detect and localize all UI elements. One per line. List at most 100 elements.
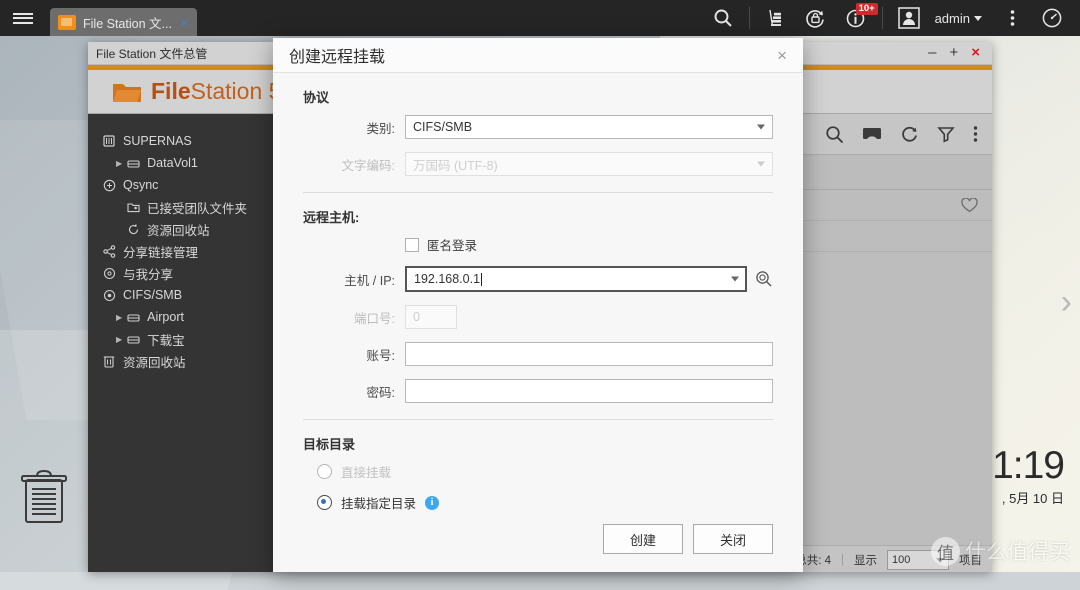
sync-icon[interactable]	[796, 0, 836, 36]
remote-host-section-label: 远程主机:	[303, 210, 360, 225]
host-ip-control[interactable]: 192.168.0.1	[405, 266, 773, 292]
sidebar-item-label: Airport	[147, 310, 184, 324]
folder-icon	[112, 80, 142, 104]
notification-icon[interactable]: 10+	[836, 0, 878, 36]
encoding-row: 文字编码: 万国码 (UTF-8)	[303, 152, 773, 176]
protocol-type-select[interactable]: CIFS/SMB	[405, 115, 773, 139]
expander-icon[interactable]: ▶	[116, 313, 122, 322]
user-avatar-icon[interactable]	[889, 0, 929, 36]
account-control[interactable]	[405, 342, 773, 366]
account-input[interactable]	[405, 342, 773, 366]
sidebar-item-label: SUPERNAS	[123, 134, 192, 148]
per-page-value: 100	[892, 554, 911, 566]
team-folder-icon	[126, 200, 140, 214]
sidebar-item-team-folder[interactable]: 已接受团队文件夹	[88, 196, 273, 218]
refresh-icon[interactable]	[900, 125, 919, 144]
topbar-right-cluster: 10+ admin	[703, 0, 1080, 36]
target-specific-label: 挂载指定目录	[341, 497, 417, 511]
close-window-button[interactable]: ×	[971, 45, 980, 60]
backup-icon[interactable]	[756, 0, 796, 36]
encoding-label: 文字编码:	[341, 158, 395, 173]
shared-with-me-icon	[102, 266, 116, 280]
sidebar-item-cifs-smb[interactable]: CIFS/SMB	[88, 284, 273, 306]
expander-icon[interactable]: ▶	[116, 159, 122, 168]
protocol-type-control[interactable]: CIFS/SMB	[405, 115, 773, 139]
sidebar-item-label: 下载宝	[147, 333, 185, 348]
folder-icon	[58, 14, 76, 30]
divider	[303, 419, 773, 420]
minimize-button[interactable]: –	[928, 45, 936, 60]
target-section-label: 目标目录	[303, 437, 356, 452]
desktop-topbar: File Station 文... × 10+ admin	[0, 0, 1080, 36]
info-icon[interactable]: i	[425, 495, 440, 510]
trash-icon[interactable]	[20, 468, 68, 526]
target-option-specific-row[interactable]: 挂载指定目录 i	[303, 493, 773, 512]
server-icon	[102, 134, 116, 148]
sidebar-item-airport[interactable]: ▶ Airport	[88, 306, 273, 328]
mount-icon	[126, 332, 140, 346]
sidebar-item-label: 资源回收站	[123, 355, 186, 370]
hamburger-icon[interactable]	[0, 0, 46, 36]
create-button[interactable]: 创建	[603, 524, 683, 554]
anonymous-login-checkbox[interactable]	[405, 237, 419, 252]
app-title-rest: Station 5	[190, 78, 282, 104]
target-specific-radio[interactable]	[317, 495, 332, 510]
target-option-direct-row: 直接挂载	[303, 462, 773, 481]
search-icon[interactable]	[703, 0, 743, 36]
clock-time: 1:19	[992, 444, 1065, 487]
search-icon[interactable]	[825, 125, 844, 144]
cast-icon[interactable]	[862, 126, 882, 142]
share-link-icon	[102, 244, 116, 258]
dialog-header: 创建远程挂载 ×	[273, 38, 803, 73]
clock-date: , 5月 10 日	[1001, 491, 1064, 506]
maximize-button[interactable]: +	[949, 45, 958, 60]
next-page-chevron[interactable]: ›	[1061, 285, 1072, 319]
more-vertical-icon[interactable]	[973, 125, 978, 143]
admin-menu-label[interactable]: admin	[935, 11, 970, 26]
close-button[interactable]: 关闭	[693, 524, 773, 554]
protocol-section-label: 协议	[303, 90, 330, 105]
sidebar-item-supernas[interactable]: SUPERNAS	[88, 130, 273, 152]
chevron-down-icon[interactable]	[731, 276, 739, 282]
qsync-icon	[102, 178, 116, 192]
sidebar-item-shared-with-me[interactable]: 与我分享	[88, 262, 273, 284]
expander-icon[interactable]: ▶	[116, 335, 122, 344]
heart-outline-icon[interactable]	[961, 197, 978, 213]
chevron-down-icon[interactable]	[974, 15, 982, 21]
trash-icon	[102, 354, 116, 368]
password-input[interactable]	[405, 379, 773, 403]
kebab-menu-icon[interactable]	[992, 0, 1032, 36]
file-station-sidebar[interactable]: SUPERNAS ▶ DataVol1 Qsync 已接受团队文件夹 资源回收站…	[88, 114, 273, 572]
sidebar-item-xiazaibao[interactable]: ▶ 下载宝	[88, 328, 273, 350]
sidebar-item-label: 已接受团队文件夹	[147, 201, 248, 216]
password-row: 密码:	[303, 379, 773, 403]
host-ip-input[interactable]: 192.168.0.1	[405, 266, 747, 292]
notification-badge: 10+	[855, 3, 878, 15]
filter-icon[interactable]	[937, 125, 955, 143]
close-icon[interactable]: ×	[181, 15, 189, 30]
account-label: 账号:	[366, 348, 395, 363]
create-remote-mount-dialog[interactable]: 创建远程挂载 × 协议 类别: CIFS/SMB 文字编码: 万国码 (UTF-…	[273, 38, 803, 572]
window-controls: – + ×	[928, 45, 984, 60]
sidebar-item-qsync-recycle[interactable]: 资源回收站	[88, 218, 273, 240]
close-icon[interactable]: ×	[777, 47, 787, 64]
dialog-body: 协议 类别: CIFS/SMB 文字编码: 万国码 (UTF-8) 远程主机: …	[273, 73, 803, 524]
anonymous-login-label: 匿名登录	[427, 239, 478, 253]
gauge-icon[interactable]	[1032, 0, 1072, 36]
sidebar-item-recycle-bin[interactable]: 资源回收站	[88, 350, 273, 372]
scan-magnifier-icon[interactable]	[755, 270, 773, 288]
watermark-badge: 值	[931, 536, 960, 566]
status-display-label: 显示	[854, 555, 877, 567]
tab-label: File Station 文...	[83, 16, 172, 31]
sidebar-item-qsync[interactable]: Qsync	[88, 174, 273, 196]
sidebar-item-label: Qsync	[123, 178, 159, 192]
anonymous-login-row[interactable]: 匿名登录	[405, 235, 773, 254]
sidebar-item-datavol1[interactable]: ▶ DataVol1	[88, 152, 273, 174]
encoding-control: 万国码 (UTF-8)	[405, 152, 773, 176]
target-direct-radio	[317, 464, 332, 479]
password-control[interactable]	[405, 379, 773, 403]
port-label: 端口号:	[354, 311, 395, 326]
sidebar-item-share-link[interactable]: 分享链接管理	[88, 240, 273, 262]
status-divider: |	[841, 554, 844, 566]
taskbar-tab-file-station[interactable]: File Station 文... ×	[50, 8, 197, 36]
